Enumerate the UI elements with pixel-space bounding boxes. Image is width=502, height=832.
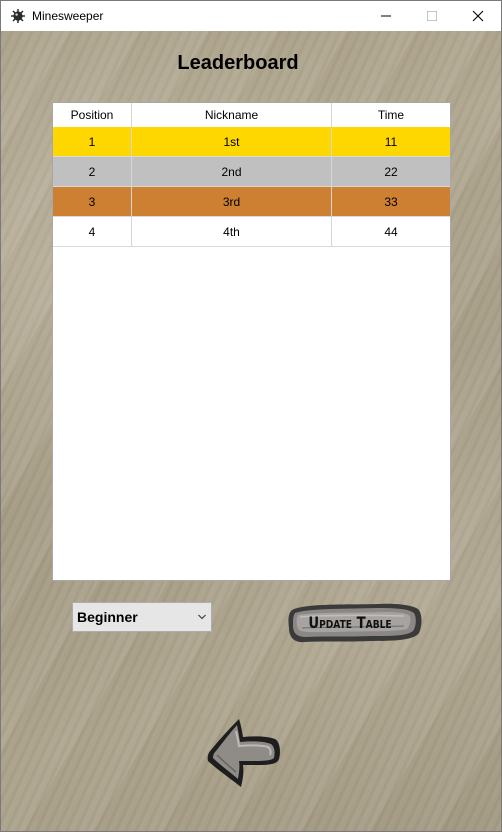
cell-time: 33 (384, 194, 398, 209)
table-row[interactable]: 2 2nd 22 (53, 157, 450, 187)
maximize-button[interactable] (409, 1, 455, 31)
back-button[interactable] (205, 717, 283, 789)
cell-time: 44 (384, 224, 398, 239)
minimize-button[interactable] (363, 1, 409, 31)
minesweeper-window: Minesweeper Leaderboard Position Nicknam… (0, 0, 502, 832)
chevron-down-icon (198, 614, 206, 620)
cell-position: 1 (53, 127, 132, 156)
table-row[interactable]: 4 4th 44 (53, 217, 450, 247)
leaderboard-table[interactable]: Position Nickname Time 1 1st 11 2 2nd 22… (52, 102, 451, 581)
cell-nickname: 2nd (132, 157, 332, 186)
cell-time: 11 (384, 134, 398, 149)
close-button[interactable] (455, 1, 501, 31)
column-header-time[interactable]: Time (332, 103, 450, 127)
table-row[interactable]: 1 1st 11 (53, 127, 450, 157)
close-icon (472, 10, 484, 22)
cell-nickname: 3rd (132, 187, 332, 216)
cell-time: 22 (384, 164, 398, 179)
minimize-icon (381, 15, 391, 17)
update-table-button[interactable]: Update Table (286, 600, 424, 648)
window-title: Minesweeper (32, 9, 104, 23)
mine-icon (10, 8, 26, 24)
cell-position: 4 (53, 217, 132, 246)
cell-nickname: 1st (132, 127, 332, 156)
content-area: Leaderboard Position Nickname Time 1 1st… (1, 31, 501, 831)
back-arrow-icon (207, 719, 280, 787)
cell-position: 2 (53, 157, 132, 186)
column-header-nickname[interactable]: Nickname (132, 103, 332, 127)
title-bar[interactable]: Minesweeper (1, 1, 501, 31)
table-header-row: Position Nickname Time (53, 103, 450, 128)
difficulty-select[interactable]: Beginner (72, 602, 212, 632)
cell-nickname: 4th (132, 217, 332, 246)
update-table-label: Update Table (308, 613, 392, 632)
cell-position: 3 (53, 187, 132, 216)
difficulty-selected-value: Beginner (77, 609, 138, 625)
page-title: Leaderboard (177, 52, 299, 74)
table-row[interactable]: 3 3rd 33 (53, 187, 450, 217)
maximize-icon (427, 11, 437, 21)
column-header-position[interactable]: Position (53, 103, 132, 127)
